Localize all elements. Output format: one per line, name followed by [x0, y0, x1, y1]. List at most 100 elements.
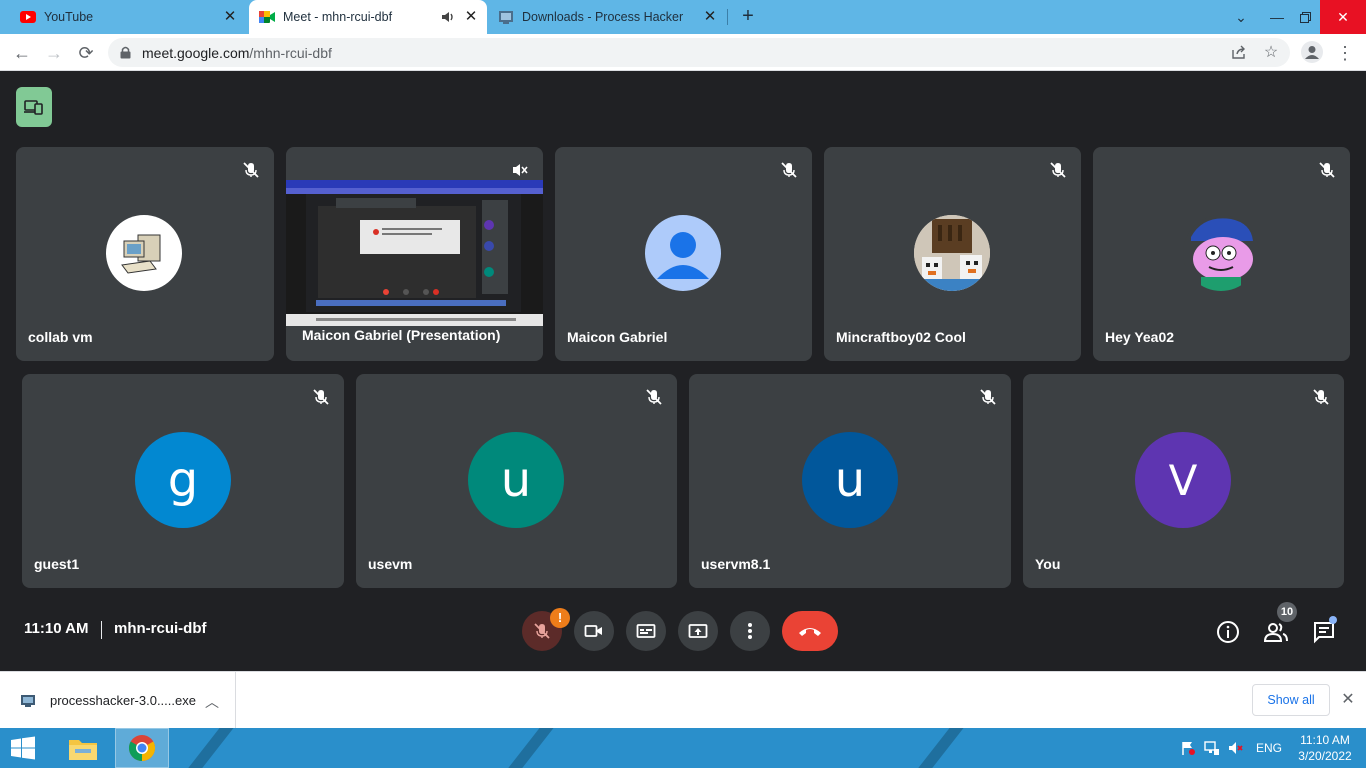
- mic-muted-icon: [1050, 162, 1066, 178]
- restore-icon[interactable]: [1290, 0, 1320, 34]
- participant-tile[interactable]: u uservm8.1: [689, 374, 1011, 588]
- initial-avatar: u: [802, 432, 898, 528]
- divider: [101, 621, 102, 639]
- process-hacker-icon: [498, 9, 514, 25]
- close-tab-icon[interactable]: ✕: [222, 9, 238, 25]
- participant-name: guest1: [34, 556, 80, 572]
- minimize-icon[interactable]: —: [1262, 0, 1292, 34]
- presentation-tile[interactable]: Maicon Gabriel (Presentation): [286, 147, 543, 361]
- people-icon: [1263, 623, 1288, 642]
- share-icon[interactable]: [1230, 44, 1248, 62]
- avatar-initial: u: [834, 452, 866, 508]
- mic-muted-icon: [781, 162, 797, 178]
- volume-muted-icon[interactable]: [1226, 728, 1246, 768]
- mic-muted-icon: [1319, 162, 1335, 178]
- participant-tile[interactable]: Hey Yea02: [1093, 147, 1350, 361]
- new-tab-button[interactable]: +: [738, 6, 758, 26]
- avatar-initial: u: [500, 452, 532, 508]
- meeting-details-button[interactable]: [1215, 619, 1241, 645]
- people-count-badge: 10: [1277, 602, 1297, 622]
- network-icon[interactable]: [1202, 728, 1222, 768]
- participant-tile-self[interactable]: V You: [1023, 374, 1344, 588]
- info-icon: [1217, 621, 1239, 643]
- mic-muted-icon: [313, 389, 329, 405]
- closed-captions-icon: [636, 624, 656, 638]
- mic-muted-icon: [243, 162, 259, 178]
- chat-notification-dot: [1329, 616, 1337, 624]
- url-text: meet.google.com/mhn-rcui-dbf: [142, 45, 332, 61]
- chrome-taskbar-button[interactable]: [115, 728, 169, 768]
- download-file-name: processhacker-3.0.....exe: [50, 693, 196, 708]
- bookmark-star-icon[interactable]: ☆: [1262, 44, 1280, 62]
- participant-tile[interactable]: u usevm: [356, 374, 677, 588]
- initial-avatar: V: [1135, 432, 1231, 528]
- present-screen-icon: [688, 624, 708, 638]
- more-vert-icon: [748, 623, 752, 639]
- url-host: meet.google.com: [142, 44, 250, 61]
- participant-tile[interactable]: Mincraftboy02 Cool: [824, 147, 1081, 361]
- reload-icon[interactable]: ⟳: [74, 41, 98, 65]
- lock-icon: [120, 46, 134, 60]
- taskbar-decoration: [902, 728, 972, 768]
- avatar-initial: V: [1168, 455, 1198, 505]
- back-arrow-icon[interactable]: ←: [10, 41, 34, 65]
- initial-avatar: g: [135, 432, 231, 528]
- clock-date: 3/20/2022: [1298, 749, 1352, 763]
- windows-logo-icon: [11, 736, 35, 760]
- cartoon-avatar: [1183, 215, 1259, 291]
- leave-call-button[interactable]: [782, 611, 838, 651]
- close-tab-icon[interactable]: ✕: [702, 9, 718, 25]
- meeting-time: 11:10 AM: [24, 620, 89, 637]
- chrome-menu-icon[interactable]: ⋮: [1333, 41, 1357, 65]
- input-language-indicator[interactable]: ENG: [1253, 728, 1285, 768]
- close-window-icon[interactable]: ✕: [1320, 0, 1366, 34]
- close-tab-icon[interactable]: ✕: [463, 9, 479, 25]
- participant-tile[interactable]: collab vm: [16, 147, 274, 361]
- tab-title: Meet - mhn-rcui-dbf: [283, 10, 393, 24]
- hang-up-icon: [799, 628, 821, 636]
- start-button[interactable]: [0, 728, 46, 768]
- mic-muted-icon: [1313, 389, 1329, 405]
- meet-icon: [259, 9, 275, 25]
- tab-youtube[interactable]: YouTube ✕: [12, 0, 246, 34]
- mic-off-icon: [534, 623, 550, 639]
- volume-muted-icon: [513, 164, 528, 176]
- file-explorer-taskbar-button[interactable]: [56, 728, 110, 768]
- more-options-button[interactable]: [730, 611, 770, 651]
- clock-time: 11:10 AM: [1300, 733, 1350, 747]
- youtube-icon: [20, 9, 36, 25]
- folder-icon: [69, 740, 97, 760]
- participant-tile[interactable]: Maicon Gabriel: [555, 147, 812, 361]
- mic-muted-icon: [646, 389, 662, 405]
- toggle-camera-button[interactable]: [574, 611, 614, 651]
- captions-button[interactable]: [626, 611, 666, 651]
- address-bar[interactable]: meet.google.com/mhn-rcui-dbf ☆: [108, 38, 1290, 67]
- process-hacker-icon: [21, 694, 35, 707]
- browser-tab-strip: YouTube ✕ Meet - mhn-rcui-dbf ✕ Download…: [0, 0, 1366, 34]
- tab-search-chevron-icon[interactable]: ⌄: [1226, 0, 1256, 34]
- participant-name: You: [1035, 556, 1061, 572]
- screen-share-preview: [286, 180, 543, 326]
- participant-name: collab vm: [28, 329, 93, 345]
- close-download-shelf-icon[interactable]: ✕: [1339, 691, 1357, 709]
- participant-name: Maicon Gabriel (Presentation): [302, 327, 501, 343]
- action-center-flag-icon[interactable]: [1178, 728, 1198, 768]
- chevron-up-icon[interactable]: ︿: [205, 692, 219, 712]
- tab-title: Downloads - Process Hacker: [522, 10, 684, 24]
- companion-mode-icon[interactable]: [16, 87, 52, 127]
- speaker-icon[interactable]: [441, 10, 455, 24]
- download-item[interactable]: processhacker-3.0.....exe ︿: [10, 672, 236, 729]
- default-person-avatar: [645, 215, 721, 291]
- tab-downloads[interactable]: Downloads - Process Hacker ✕: [490, 0, 726, 34]
- show-all-button[interactable]: Show all: [1252, 684, 1330, 716]
- participant-name: Hey Yea02: [1105, 329, 1175, 345]
- taskbar-decoration: [492, 728, 562, 768]
- tab-meet[interactable]: Meet - mhn-rcui-dbf ✕: [249, 0, 487, 34]
- profile-avatar-icon[interactable]: [1300, 40, 1324, 64]
- people-button[interactable]: [1263, 619, 1289, 645]
- url-path: /mhn-rcui-dbf: [249, 44, 332, 61]
- participant-tile[interactable]: g guest1: [22, 374, 344, 588]
- present-now-button[interactable]: [678, 611, 718, 651]
- system-clock[interactable]: 11:10 AM 3/20/2022: [1290, 732, 1360, 764]
- forward-arrow-icon[interactable]: →: [42, 41, 66, 65]
